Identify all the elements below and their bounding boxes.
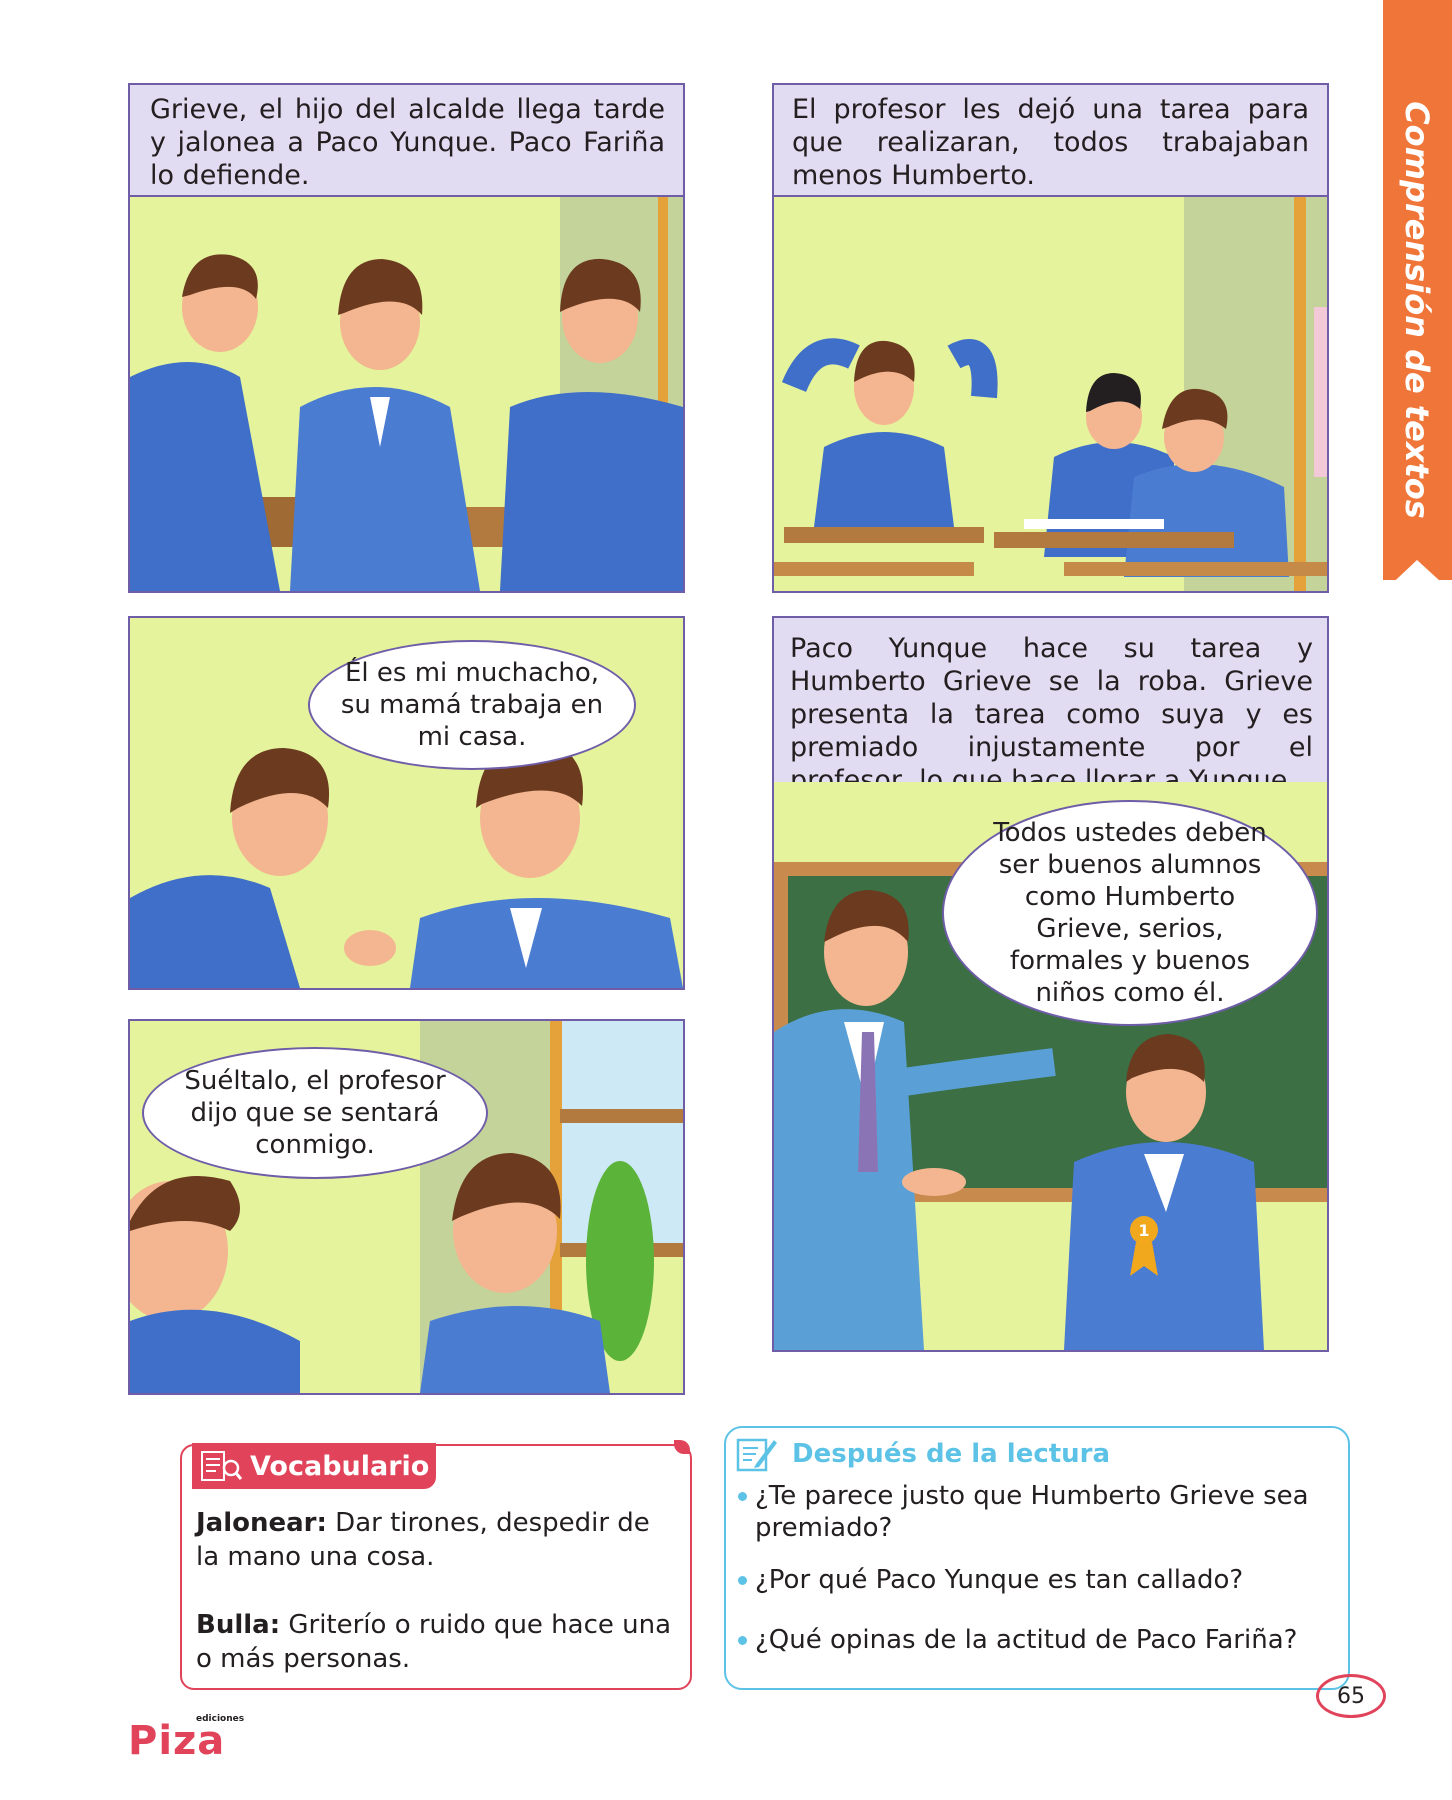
page-number: 65 bbox=[1337, 1683, 1365, 1709]
edit-icon bbox=[736, 1434, 778, 1474]
comic-panel-2: El profesor les dejó una tarea para que … bbox=[772, 83, 1329, 593]
question-item-1: ¿Te parece justo que Humberto Grieve sea… bbox=[738, 1480, 1338, 1544]
side-tab-notch bbox=[1383, 560, 1452, 592]
panel-4-speech-bubble: Suéltalo, el profesor dijo que se sentar… bbox=[142, 1047, 488, 1179]
panel-2-illustration bbox=[774, 197, 1327, 591]
vocabulary-entry-2: Bulla: Griterío o ruido que hace una o m… bbox=[196, 1608, 676, 1676]
dictionary-icon bbox=[200, 1450, 243, 1482]
bullet-icon bbox=[738, 1492, 747, 1501]
panel-5-caption: Paco Yunque hace su tarea y Humberto Gri… bbox=[774, 618, 1327, 796]
question-item-2: ¿Por qué Paco Yunque es tan callado? bbox=[738, 1564, 1338, 1596]
vocabulary-term-1: Jalonear: bbox=[196, 1508, 327, 1538]
medal-number: 1 bbox=[1138, 1221, 1149, 1240]
publisher-logo: ediciones Piza bbox=[128, 1714, 244, 1764]
vocabulary-entries: Jalonear: Dar tirones, despedir de la ma… bbox=[196, 1506, 676, 1676]
question-item-3: ¿Qué opinas de la actitud de Paco Fariña… bbox=[738, 1624, 1338, 1656]
comic-panel-1: Grieve, el hijo del alcalde llega tarde … bbox=[128, 83, 685, 593]
vocabulary-header: Vocabulario bbox=[192, 1443, 436, 1489]
bullet-icon bbox=[738, 1636, 747, 1645]
question-text-1: ¿Te parece justo que Humberto Grieve sea… bbox=[755, 1481, 1309, 1543]
question-text-2: ¿Por qué Paco Yunque es tan callado? bbox=[755, 1565, 1244, 1595]
question-text-3: ¿Qué opinas de la actitud de Paco Fariña… bbox=[755, 1625, 1298, 1655]
bullet-icon bbox=[738, 1576, 747, 1585]
after-reading-title: Después de la lectura bbox=[792, 1439, 1111, 1469]
panel-1-caption: Grieve, el hijo del alcalde llega tarde … bbox=[130, 85, 683, 197]
vocabulary-entry-1: Jalonear: Dar tirones, despedir de la ma… bbox=[196, 1506, 676, 1574]
panel-5-speech-bubble: Todos ustedes deben ser buenos alumnos c… bbox=[942, 800, 1318, 1026]
side-tab-label: Comprensión de textos bbox=[1398, 101, 1436, 519]
after-reading-header: Después de la lectura bbox=[736, 1434, 1110, 1474]
publisher-logo-text: Piza bbox=[128, 1718, 226, 1764]
after-reading-questions: ¿Te parece justo que Humberto Grieve sea… bbox=[738, 1480, 1338, 1656]
panel-2-caption: El profesor les dejó una tarea para que … bbox=[774, 85, 1327, 197]
vocabulary-title: Vocabulario bbox=[250, 1450, 430, 1482]
after-reading-box: Después de la lectura ¿Te parece justo q… bbox=[724, 1426, 1350, 1690]
comic-panel-4: Suéltalo, el profesor dijo que se sentar… bbox=[128, 1019, 685, 1395]
comic-panel-5: Paco Yunque hace su tarea y Humberto Gri… bbox=[772, 616, 1329, 1352]
panel-3-speech-bubble: Él es mi muchacho, su mamá trabaja en mi… bbox=[308, 640, 636, 770]
comic-panel-3: Él es mi muchacho, su mamá trabaja en mi… bbox=[128, 616, 685, 990]
page-number-badge: 65 bbox=[1316, 1674, 1386, 1718]
vocabulary-term-2: Bulla: bbox=[196, 1610, 281, 1640]
panel-1-illustration bbox=[130, 197, 683, 591]
